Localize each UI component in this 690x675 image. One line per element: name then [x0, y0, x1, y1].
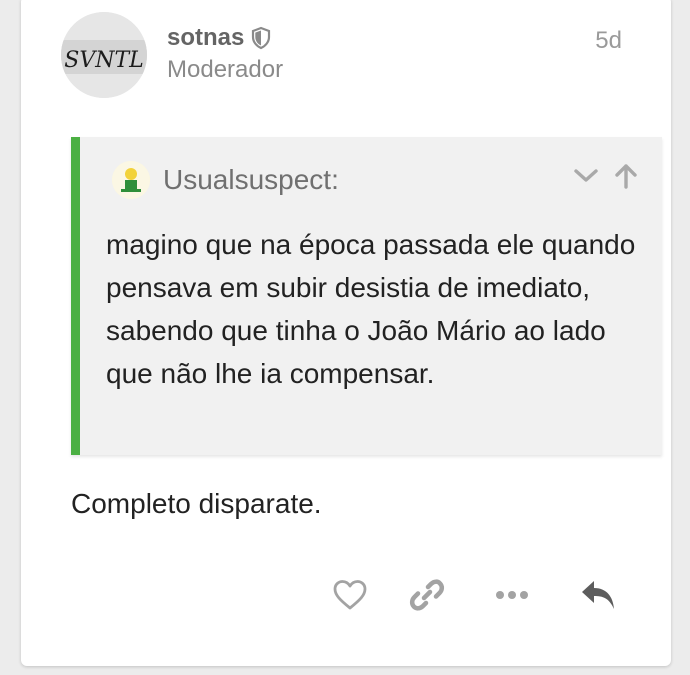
heart-icon — [332, 579, 368, 616]
post-actions — [21, 574, 671, 620]
avatar-image: SVNTL — [61, 12, 147, 98]
quote-block: Usualsuspect: magino que na época passad… — [71, 137, 662, 455]
chevron-down-icon[interactable] — [572, 162, 600, 190]
reply-button[interactable] — [575, 574, 621, 620]
quote-text: magino que na época passada ele quando p… — [106, 229, 636, 389]
username-text[interactable]: sotnas — [167, 24, 244, 52]
avatar-signature: SVNTL — [64, 48, 144, 73]
reply-icon — [579, 578, 617, 617]
post-card: SVNTL sotnas Moderador 5d Usualsuspect: — [21, 0, 671, 666]
quote-avatar[interactable] — [112, 161, 150, 199]
post-body: Completo disparate. — [71, 488, 322, 519]
share-link-button[interactable] — [404, 574, 450, 620]
more-icon — [494, 588, 530, 606]
user-role: Moderador — [167, 56, 284, 83]
arrow-up-icon[interactable] — [612, 162, 640, 190]
shield-icon — [250, 26, 272, 50]
quote-username[interactable]: Usualsuspect: — [163, 164, 339, 196]
like-button[interactable] — [327, 574, 373, 620]
post-date[interactable]: 5d — [595, 27, 622, 55]
quote-controls — [572, 162, 640, 190]
post-username[interactable]: sotnas — [167, 24, 272, 52]
link-icon — [409, 577, 445, 618]
avatar[interactable]: SVNTL — [61, 12, 147, 98]
more-button[interactable] — [489, 574, 535, 620]
